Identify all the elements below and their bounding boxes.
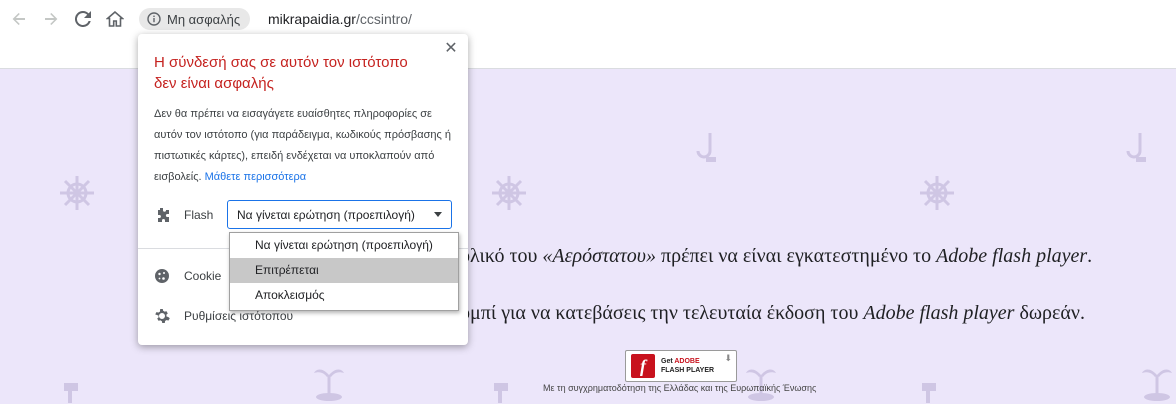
site-settings-label: Ρυθμίσεις ιστότοπου (184, 309, 294, 323)
palm-island-icon (1142, 369, 1172, 401)
hook-icon (1126, 133, 1146, 162)
home-button[interactable] (104, 8, 126, 30)
flash-permission-dropdown: Να γίνεται ερώτηση (προεπιλογή) Επιτρέπε… (229, 232, 459, 311)
badge-adobe: ADOBE (674, 358, 700, 365)
security-chip[interactable]: Μη ασφαλής (139, 8, 251, 30)
reload-icon (75, 11, 91, 27)
close-icon[interactable]: ✕ (444, 41, 458, 57)
cookies-row[interactable]: Cookie (154, 268, 221, 284)
anchor-flag-icon (494, 383, 508, 403)
anchor-flag-icon (922, 383, 936, 403)
arrow-right-icon (45, 13, 58, 25)
flash-badge-text: Get ADOBE FLASH PLAYER (661, 357, 714, 375)
text-segment: ολικό του (460, 245, 543, 267)
download-instruction-text: ομπί για να κατεβάσεις την τελευταία έκδ… (460, 302, 1085, 325)
palm-island-icon (314, 369, 344, 401)
popup-title: Η σύνδεσή σας σε αυτόν τον ιστότοπο δεν … (154, 54, 408, 92)
popup-description: Δεν θα πρέπει να εισαγάγετε ευαίσθητες π… (154, 104, 458, 188)
text-segment-italic: Adobe flash player (936, 245, 1088, 267)
home-icon (106, 10, 124, 27)
reload-button[interactable] (72, 8, 94, 30)
flash-permission-select[interactable]: Να γίνεται ερώτηση (προεπιλογή) (227, 200, 452, 229)
ship-wheel-icon (60, 176, 94, 210)
text-segment-italic: Adobe flash player (863, 302, 1015, 324)
url-path: /ccsintro/ (355, 11, 412, 27)
flash-logo-icon: f (631, 354, 655, 378)
anchor-flag-icon (64, 383, 78, 403)
address-bar[interactable]: mikrapaidia.gr/ccsintro/ (268, 11, 412, 27)
text-segment: πρέπει να είναι εγκατεστημένο το (655, 245, 937, 267)
badge-product: FLASH (661, 367, 685, 374)
select-value: Να γίνεται ερώτηση (προεπιλογή) (237, 207, 415, 222)
footer-funding-note: Με τη συγχρηματοδότηση της Ελλάδας και τ… (543, 383, 817, 393)
badge-product2: PLAYER (686, 367, 715, 374)
text-segment-italic: «Αερόστατου» (542, 245, 656, 267)
flash-requirement-text: ολικό του «Αερόστατου» πρέπει να είναι ε… (460, 245, 1092, 268)
cookie-icon (155, 269, 169, 283)
ship-wheel-icon (492, 176, 526, 210)
info-icon (147, 12, 161, 26)
url-domain: mikrapaidia.gr (268, 11, 356, 27)
arrow-left-icon (12, 13, 25, 25)
dropdown-option-block[interactable]: Αποκλεισμός (230, 283, 458, 308)
download-arrow-icon: ⬇ (724, 353, 732, 363)
badge-get: Get (661, 358, 673, 365)
dropdown-option-ask[interactable]: Να γίνεται ερώτηση (προεπιλογή) (230, 233, 458, 258)
ship-wheel-icon (920, 176, 954, 210)
flash-permission-row: Flash (154, 207, 213, 223)
puzzle-piece-icon (158, 208, 169, 222)
security-chip-label: Μη ασφαλής (167, 11, 241, 27)
gear-icon (155, 309, 170, 323)
flash-label: Flash (184, 208, 214, 222)
get-flash-player-button[interactable]: f Get ADOBE FLASH PLAYER ⬇ (625, 350, 737, 382)
text-segment: ομπί για να κατεβάσεις την τελευταία έκδ… (460, 302, 864, 324)
browser-toolbar: Μη ασφαλής mikrapaidia.gr/ccsintro/ (0, 0, 1176, 38)
learn-more-link[interactable]: Μάθετε περισσότερα (205, 171, 306, 183)
text-segment: δωρεάν. (1014, 302, 1085, 324)
forward-button[interactable] (40, 8, 62, 30)
cookies-label: Cookie (184, 269, 222, 283)
chevron-down-icon (434, 212, 442, 217)
palm-island-icon (746, 369, 776, 401)
back-button[interactable] (8, 8, 30, 30)
text-segment: . (1087, 245, 1093, 267)
hook-icon (696, 133, 716, 162)
dropdown-option-allow[interactable]: Επιτρέπεται (230, 258, 458, 283)
